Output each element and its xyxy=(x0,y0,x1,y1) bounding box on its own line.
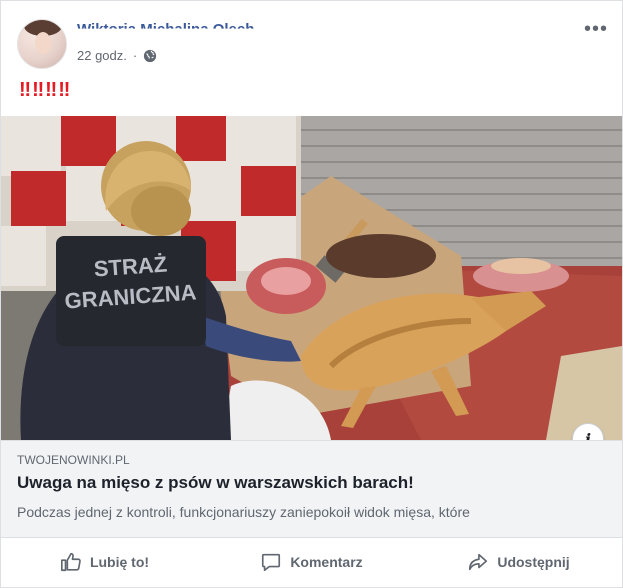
dot-separator: · xyxy=(132,48,138,63)
post-image[interactable]: STRAŻ GRANICZNA xyxy=(1,116,622,440)
post-meta: 22 godz. · xyxy=(77,48,157,63)
comment-button[interactable]: Komentarz xyxy=(208,537,415,587)
author-name[interactable]: Wiktoria Michalina Olech xyxy=(77,21,254,41)
more-options-icon[interactable]: ••• xyxy=(584,19,608,39)
post-card: Wiktoria Michalina Olech 22 godz. · ••• … xyxy=(0,0,623,588)
like-button[interactable]: Lubię to! xyxy=(1,537,208,587)
link-preview[interactable]: TWOJENOWINKI.PL Uwaga na mięso z psów w … xyxy=(1,440,622,538)
avatar-face xyxy=(35,32,51,54)
link-domain: TWOJENOWINKI.PL xyxy=(17,453,130,467)
comment-bubble-icon xyxy=(262,553,281,572)
like-label: Lubię to! xyxy=(89,554,150,570)
image-scene: STRAŻ GRANICZNA xyxy=(1,116,622,440)
vest-text-line1: STRAŻ xyxy=(93,251,168,281)
author-name-text[interactable]: Wiktoria Michalina Olech xyxy=(77,21,254,29)
share-label: Udostępnij xyxy=(497,554,570,570)
action-bar: Lubię to! Komentarz Udostępnij xyxy=(1,537,622,587)
post-text: ‼‼‼‼ xyxy=(19,79,72,101)
author-avatar[interactable] xyxy=(17,19,67,69)
link-title[interactable]: Uwaga na mięso z psów w warszawskich bar… xyxy=(17,473,414,493)
link-description: Podczas jednej z kontroli, funkcjonarius… xyxy=(17,504,470,520)
share-arrow-icon xyxy=(469,553,488,571)
post-timestamp[interactable]: 22 godz. xyxy=(77,48,127,63)
share-button[interactable]: Udostępnij xyxy=(415,537,622,587)
thumbs-up-icon xyxy=(60,552,81,572)
globe-icon[interactable] xyxy=(143,49,157,63)
comment-label: Komentarz xyxy=(290,554,363,570)
